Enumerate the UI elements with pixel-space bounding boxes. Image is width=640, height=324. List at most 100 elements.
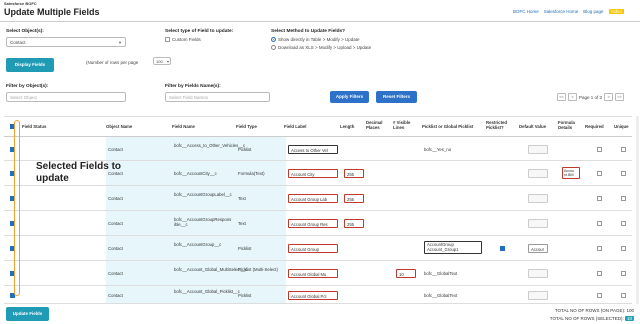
rows-per-page-select[interactable]: 100 ▾	[153, 57, 171, 65]
row-visible-lines-input[interactable]: 10	[396, 269, 416, 278]
row-length-input[interactable]: 255	[344, 169, 364, 178]
row-length-input[interactable]: 255	[344, 194, 364, 203]
objects-label: Select Object(s):	[6, 29, 44, 34]
row-highlight	[106, 137, 286, 160]
row-label-input[interactable]: Account Group Res	[288, 219, 338, 228]
col-formula-details: Formula Details	[558, 120, 575, 130]
radio-icon[interactable]	[271, 45, 276, 50]
row-field-name: bofc__Account_Global_Picklist__c	[174, 289, 240, 294]
row-field-name: bofc__AccountGroupLabel__c	[174, 192, 232, 197]
update-fields-button[interactable]: Update Fields	[6, 307, 49, 321]
table-scrollbar[interactable]	[636, 116, 639, 304]
row-field-name: bofc__AccountCity__c	[174, 171, 217, 176]
row-label-input[interactable]: Account City	[288, 169, 338, 178]
prev-page-button[interactable]: <	[568, 93, 577, 101]
required-checkbox[interactable]	[597, 221, 602, 226]
restricted-checkbox[interactable]	[500, 246, 505, 251]
custom-fields-checkbox[interactable]	[165, 37, 170, 42]
display-fields-button[interactable]: Display Fields	[6, 58, 54, 72]
col-unique: Unique	[614, 124, 629, 129]
next-page-button[interactable]: >	[604, 93, 614, 101]
chevron-down-icon: ▾	[166, 59, 169, 64]
unique-checkbox[interactable]	[621, 221, 626, 226]
link-salesforce-home[interactable]: Salesforce Home	[544, 9, 579, 14]
row-default-input[interactable]: Accour	[528, 244, 548, 253]
reset-filters-button[interactable]: Reset Filters	[376, 91, 417, 103]
top-links: BOFC Home Salesforce Home Blog page Vide…	[513, 9, 624, 14]
unique-checkbox[interactable]	[621, 171, 626, 176]
row-field-type: Picklist	[238, 246, 252, 251]
unique-checkbox[interactable]	[621, 196, 626, 201]
table-header: Field Status Object Name Field Name Fiel…	[4, 117, 632, 137]
required-checkbox[interactable]	[597, 293, 602, 298]
row-label-input[interactable]: Access to Other Vel	[288, 145, 338, 154]
total-rows-on-page: TOTAL NO OF ROWS (ON PAGE): 100	[555, 308, 634, 313]
row-label-input[interactable]: Account Global Mu	[288, 269, 338, 278]
table-row: Contact bofc__Access_to_Other_Vehicles__…	[4, 137, 632, 161]
table-row: Contact bofc__AccountGroup__c Picklist A…	[4, 236, 632, 261]
unique-checkbox[interactable]	[621, 271, 626, 276]
unique-checkbox[interactable]	[621, 246, 626, 251]
unique-checkbox[interactable]	[621, 147, 626, 152]
filter-fields-select[interactable]: Select Field Names	[165, 92, 270, 102]
row-object: Contact	[108, 271, 123, 276]
row-default-input[interactable]	[528, 194, 548, 203]
required-checkbox[interactable]	[597, 196, 602, 201]
radio-selected-icon[interactable]	[271, 37, 276, 42]
link-bofc-home[interactable]: BOFC Home	[513, 9, 539, 14]
custom-fields-option[interactable]: Custom Fields	[165, 37, 201, 42]
row-label-input[interactable]: Account Global Pcl	[288, 291, 338, 300]
required-checkbox[interactable]	[597, 271, 602, 276]
last-page-button[interactable]: >>	[615, 93, 625, 101]
fields-table: Field Status Object Name Field Name Fiel…	[4, 116, 632, 304]
total-rows-selected: TOTAL NO OF ROWS (SELECTED): 10	[550, 316, 634, 321]
rows-per-page-value: 100	[156, 59, 163, 64]
rows-per-page: (Number of rows per page	[86, 60, 138, 65]
method-label: Select Method to Update Fields?	[271, 29, 346, 34]
method-option-xls-text: Download as XLS > Modify > Upload > Upda…	[278, 45, 372, 50]
row-label-input[interactable]: Account Group	[288, 244, 338, 253]
row-field-type: Text	[238, 196, 246, 201]
row-default-input[interactable]	[528, 219, 548, 228]
objects-select[interactable]: Contact ▼	[6, 37, 126, 47]
row-object: Contact	[108, 196, 123, 201]
filter-objects-placeholder: Select Object	[10, 95, 37, 100]
col-field-type: Field Type	[236, 124, 257, 129]
row-label-input[interactable]: Account Group Lab	[288, 194, 338, 203]
row-field-name: bofc__Account_Global_MultiSelect__c	[174, 267, 248, 272]
unique-checkbox[interactable]	[621, 293, 626, 298]
link-video[interactable]: Video	[608, 9, 624, 14]
col-default-value: Default Value	[519, 124, 546, 129]
rows-per-page-label: (Number of rows per page	[86, 60, 139, 65]
row-object: Contact	[108, 293, 123, 298]
row-length-input[interactable]: 255	[344, 219, 364, 228]
col-visible-lines: # Visible Lines	[393, 120, 411, 130]
row-default-input[interactable]	[528, 291, 548, 300]
filter-objects-select[interactable]: Select Object	[6, 92, 126, 102]
row-picklist-values[interactable]: AccountGroup Account_Group1	[424, 241, 482, 254]
row-default-input[interactable]	[528, 145, 548, 154]
first-page-button[interactable]: <<	[557, 93, 566, 101]
objects-value: Contact	[10, 40, 26, 45]
required-checkbox[interactable]	[597, 171, 602, 176]
method-option-table-text: Show directly in Table > Modify > Update	[278, 37, 360, 42]
chevron-down-icon: ▼	[118, 40, 122, 45]
required-checkbox[interactable]	[597, 147, 602, 152]
apply-filters-button[interactable]: Apply Filters	[330, 91, 369, 103]
field-type-label: Select type of Field to update:	[165, 29, 234, 34]
row-field-name: bofc__AccountGroupResponsible__c	[174, 217, 232, 227]
row-default-input[interactable]	[528, 169, 548, 178]
col-decimal-places: Decimal Places	[366, 120, 383, 130]
row-object: Contact	[108, 246, 123, 251]
row-formula-input[interactable]: Accou nt.Billi	[562, 167, 580, 179]
row-field-type: Picklist (Multi-Select)	[238, 267, 278, 272]
method-option-xls[interactable]: Download as XLS > Modify > Upload > Upda…	[271, 45, 371, 50]
method-option-table[interactable]: Show directly in Table > Modify > Update	[271, 37, 359, 42]
link-blog-page[interactable]: Blog page	[583, 9, 603, 14]
required-checkbox[interactable]	[597, 246, 602, 251]
row-field-type: Picklist	[238, 147, 252, 152]
row-field-name: bofc__Access_to_Other_Vehicles__c	[174, 143, 246, 148]
filter-fields-placeholder: Select Field Names	[169, 95, 209, 100]
row-default-input[interactable]	[528, 269, 548, 278]
page-title: Update Multiple Fields	[4, 7, 100, 17]
